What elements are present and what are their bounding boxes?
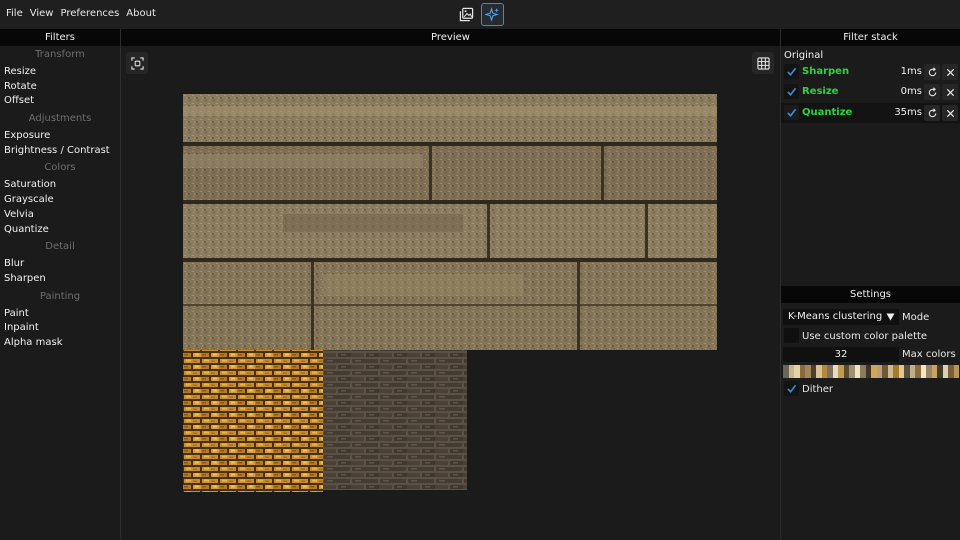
remove-button[interactable] bbox=[942, 84, 958, 100]
checkmark-icon bbox=[787, 384, 797, 393]
preview-panel bbox=[121, 46, 780, 540]
menu-file[interactable]: File bbox=[6, 8, 23, 19]
filter-velvia[interactable]: Velvia bbox=[0, 208, 120, 223]
custom-palette-label: Use custom color palette bbox=[802, 331, 928, 342]
section-colors: Colors bbox=[44, 162, 76, 174]
stack-item-time: 1ms bbox=[900, 66, 922, 77]
menubar: File View Preferences About bbox=[0, 0, 960, 29]
stack-item-checkbox[interactable] bbox=[784, 64, 799, 79]
menu-about[interactable]: About bbox=[126, 8, 156, 19]
menu-view[interactable]: View bbox=[30, 8, 54, 19]
stack-item-checkbox[interactable] bbox=[784, 105, 799, 120]
stack-item-name: Quantize bbox=[802, 107, 853, 118]
reset-button[interactable] bbox=[924, 64, 940, 80]
image-gallery-icon bbox=[459, 7, 474, 22]
filter-rotate[interactable]: Rotate bbox=[0, 80, 120, 95]
filter-mode-button[interactable] bbox=[481, 3, 504, 26]
close-icon bbox=[946, 109, 954, 117]
palette-swatch bbox=[953, 365, 959, 378]
remove-button[interactable] bbox=[942, 64, 958, 80]
main-menu: File View Preferences About bbox=[6, 8, 156, 19]
reset-icon bbox=[928, 66, 936, 76]
max-colors-label: Max colors bbox=[902, 349, 956, 360]
filters-header: Filters bbox=[0, 29, 120, 46]
stack-original[interactable]: Original bbox=[784, 50, 823, 61]
filter-brightness-contrast[interactable]: Brightness / Contrast bbox=[0, 144, 120, 159]
filter-resize[interactable]: Resize bbox=[0, 65, 120, 80]
max-colors-field[interactable]: 32 bbox=[783, 347, 899, 362]
filter-blur[interactable]: Blur bbox=[0, 257, 120, 272]
filter-inpaint[interactable]: Inpaint bbox=[0, 321, 120, 336]
grid-icon bbox=[756, 56, 770, 70]
section-painting: Painting bbox=[39, 290, 81, 302]
section-transform: Transform bbox=[35, 49, 85, 60]
fit-view-button[interactable] bbox=[126, 52, 148, 74]
settings-header: Settings bbox=[781, 286, 960, 303]
reset-button[interactable] bbox=[924, 105, 940, 121]
triangle-down-icon bbox=[886, 313, 895, 321]
mode-dropdown[interactable]: K-Means clustering bbox=[783, 309, 899, 325]
filter-sharpen[interactable]: Sharpen bbox=[0, 272, 120, 287]
filter-saturation[interactable]: Saturation bbox=[0, 178, 120, 193]
filter-paint[interactable]: Paint bbox=[0, 307, 120, 322]
grid-toggle-button[interactable] bbox=[752, 52, 774, 74]
stack-item-time: 0ms bbox=[900, 86, 922, 97]
filter-stack-header: Filter stack bbox=[781, 29, 960, 46]
mode-value: K-Means clustering bbox=[788, 311, 883, 322]
stack-item-time: 35ms bbox=[894, 107, 922, 118]
stack-item-selected[interactable]: Quantize 35ms bbox=[781, 103, 960, 123]
section-adjustments: Adjustments bbox=[28, 113, 92, 125]
filter-exposure[interactable]: Exposure bbox=[0, 129, 120, 144]
stack-item[interactable]: Resize 0ms bbox=[781, 82, 960, 102]
preview-header: Preview bbox=[121, 29, 780, 46]
sparkles-icon bbox=[485, 7, 500, 22]
filter-grayscale[interactable]: Grayscale bbox=[0, 193, 120, 208]
filter-offset[interactable]: Offset bbox=[0, 94, 120, 109]
dither-label: Dither bbox=[802, 384, 834, 395]
section-detail: Detail bbox=[45, 241, 75, 253]
gallery-mode-button[interactable] bbox=[455, 3, 478, 26]
checkmark-icon bbox=[787, 87, 797, 96]
checkmark-icon bbox=[787, 108, 797, 117]
reset-icon bbox=[928, 86, 936, 96]
filter-quantize[interactable]: Quantize bbox=[0, 223, 120, 238]
stack-item[interactable]: Sharpen 1ms bbox=[781, 62, 960, 82]
close-icon bbox=[946, 88, 954, 96]
close-icon bbox=[946, 68, 954, 76]
texture-atlas-preview[interactable] bbox=[183, 94, 717, 492]
stack-item-name: Resize bbox=[802, 86, 839, 97]
mode-label: Mode bbox=[902, 312, 930, 323]
stack-item-checkbox[interactable] bbox=[784, 84, 799, 99]
custom-palette-checkbox[interactable] bbox=[784, 328, 799, 343]
fit-view-icon bbox=[130, 56, 144, 70]
reset-icon bbox=[928, 107, 936, 117]
reset-button[interactable] bbox=[924, 84, 940, 100]
remove-button[interactable] bbox=[942, 105, 958, 121]
stack-item-name: Sharpen bbox=[802, 66, 850, 77]
filter-alpha-mask[interactable]: Alpha mask bbox=[0, 336, 120, 351]
menu-preferences[interactable]: Preferences bbox=[60, 8, 119, 19]
checkmark-icon bbox=[787, 67, 797, 76]
palette-strip bbox=[783, 365, 959, 378]
filter-stack-panel: Original Sharpen 1ms Resize 0ms Quantize… bbox=[781, 46, 960, 540]
dither-checkbox[interactable] bbox=[784, 381, 799, 396]
filters-panel: Transform Resize Rotate Offset Adjustmen… bbox=[0, 46, 120, 540]
